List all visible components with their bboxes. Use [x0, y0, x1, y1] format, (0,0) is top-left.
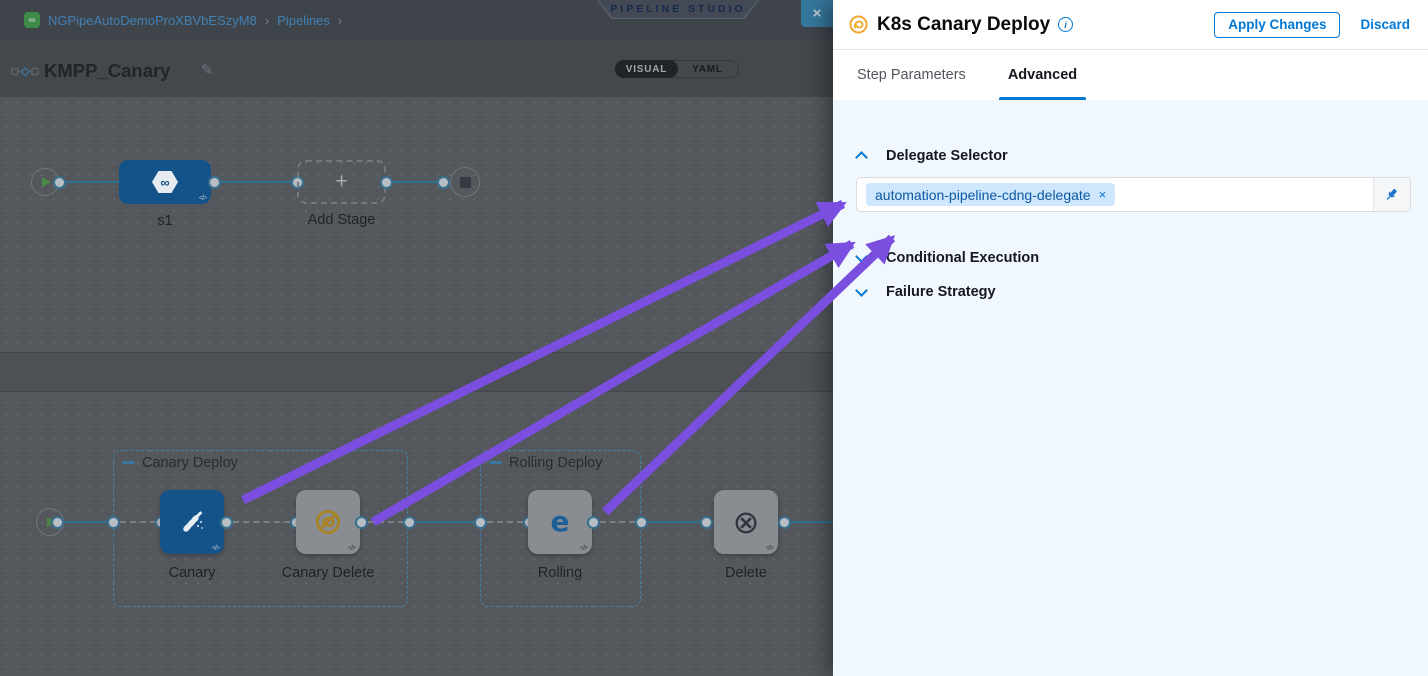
play-icon	[42, 177, 51, 187]
step-node-canary-delete[interactable]: </>	[296, 490, 360, 554]
pipeline-studio-badge: PIPELINE STUDIO	[597, 0, 759, 19]
connector-dot	[220, 516, 233, 529]
breadcrumb-separator: ›	[265, 13, 269, 28]
section-conditional-execution[interactable]: Conditional Execution	[886, 250, 1039, 266]
rolling-step-icon: e	[551, 508, 570, 536]
graph-dashed-edge	[487, 521, 523, 523]
group-title-canary-deploy: Canary Deploy	[142, 455, 238, 471]
canary-delete-step-icon	[315, 509, 341, 535]
stage-tab-bar	[0, 352, 833, 392]
graph-dashed-edge	[600, 521, 635, 523]
panel-title: K8s Canary Deploy	[877, 14, 1050, 36]
graph-dashed-edge	[233, 521, 290, 523]
delegate-selector-input[interactable]: automation-pipeline-cdng-delegate ×	[856, 177, 1411, 212]
breadcrumb-project[interactable]: NGPipeAutoDemoProXBVbESzyM8	[48, 13, 257, 28]
pipeline-end-node	[450, 167, 480, 197]
stage-type-icon: ∞	[152, 171, 178, 193]
connector-dot	[700, 516, 713, 529]
toggle-yaml[interactable]: YAML	[677, 61, 738, 77]
graph-dashed-edge	[120, 521, 156, 523]
connector-dot	[380, 176, 393, 189]
step-code-icon[interactable]: </>	[348, 545, 355, 552]
chevron-down-icon[interactable]	[855, 284, 868, 297]
section-failure-strategy[interactable]: Failure Strategy	[886, 284, 996, 300]
close-studio-button[interactable]: ×	[801, 0, 833, 27]
connector-dot	[403, 516, 416, 529]
breadcrumb-separator: ›	[338, 13, 342, 28]
section-delegate-selector[interactable]: Delegate Selector	[886, 148, 1008, 164]
stage-node-s1[interactable]: ∞ </>	[119, 160, 211, 204]
chevron-up-icon[interactable]	[855, 151, 868, 164]
step-node-delete[interactable]: ⊗ </>	[714, 490, 778, 554]
stage-code-icon[interactable]: </>	[199, 195, 206, 202]
k8s-canary-icon	[849, 15, 868, 34]
step-code-icon[interactable]: </>	[766, 545, 773, 552]
edit-pipeline-name-icon[interactable]: ✎	[201, 61, 214, 79]
collapse-group-icon[interactable]	[122, 461, 135, 464]
visual-yaml-toggle: VISUAL YAML	[615, 60, 739, 78]
step-node-rolling[interactable]: e </>	[528, 490, 592, 554]
graph-dashed-edge	[368, 521, 404, 523]
toggle-visual[interactable]: VISUAL	[615, 60, 678, 78]
graph-edge	[393, 181, 437, 183]
stage-label: s1	[119, 213, 211, 229]
connector-dot	[587, 516, 600, 529]
step-node-canary[interactable]: </>	[160, 490, 224, 554]
graph-edge	[416, 521, 474, 523]
connector-dot	[635, 516, 648, 529]
delegate-tag: automation-pipeline-cdng-delegate ×	[866, 183, 1115, 206]
pin-button[interactable]	[1373, 178, 1410, 211]
add-stage-button[interactable]: +	[297, 160, 386, 204]
tab-step-parameters[interactable]: Step Parameters	[857, 50, 966, 100]
step-label-canary-delete: Canary Delete	[268, 565, 388, 581]
breadcrumb-pipelines[interactable]: Pipelines	[277, 13, 330, 28]
info-icon[interactable]: i	[1058, 17, 1073, 32]
connector-dot	[778, 516, 791, 529]
pipeline-title: KMPP_Canary	[44, 60, 170, 82]
remove-tag-icon[interactable]: ×	[1099, 187, 1107, 202]
graph-edge	[791, 521, 833, 523]
delegate-tag-label: automation-pipeline-cdng-delegate	[875, 187, 1091, 203]
connector-dot	[53, 176, 66, 189]
connector-dot	[208, 176, 221, 189]
collapse-group-icon[interactable]	[489, 461, 502, 464]
connector-dot	[51, 516, 64, 529]
graph-edge	[64, 521, 113, 523]
pipeline-studio-badge-label: PIPELINE STUDIO	[598, 0, 758, 18]
pipeline-schematic-icon	[11, 64, 39, 79]
project-logo-icon: ∞	[24, 12, 40, 28]
graph-edge	[648, 521, 700, 523]
step-label-rolling: Rolling	[510, 565, 610, 581]
canary-step-icon	[175, 505, 209, 539]
step-code-icon[interactable]: </>	[212, 545, 219, 552]
breadcrumb: ∞ NGPipeAutoDemoProXBVbESzyM8 › Pipeline…	[24, 0, 342, 40]
stop-icon	[460, 177, 471, 188]
panel-content: Delegate Selector automation-pipeline-cd…	[833, 100, 1428, 676]
delete-step-icon: ⊗	[733, 506, 760, 538]
pin-icon	[1384, 187, 1400, 203]
step-config-panel: K8s Canary Deploy i Apply Changes Discar…	[833, 0, 1428, 676]
step-label-delete: Delete	[706, 565, 786, 581]
panel-tab-bar: Step Parameters Advanced	[833, 50, 1428, 100]
apply-changes-button[interactable]: Apply Changes	[1214, 12, 1340, 38]
group-title-rolling-deploy: Rolling Deploy	[509, 455, 603, 471]
connector-dot	[474, 516, 487, 529]
connector-dot	[437, 176, 450, 189]
pipeline-studio-screen: ∞ NGPipeAutoDemoProXBVbESzyM8 › Pipeline…	[0, 0, 1428, 676]
graph-edge	[66, 181, 119, 183]
graph-edge	[221, 181, 291, 183]
step-group-canary-deploy[interactable]	[113, 450, 408, 607]
tab-advanced-panel[interactable]: Advanced	[1008, 50, 1077, 100]
connector-dot	[355, 516, 368, 529]
connector-dot	[107, 516, 120, 529]
discard-button[interactable]: Discard	[1360, 17, 1410, 32]
step-code-icon[interactable]: </>	[580, 545, 587, 552]
add-stage-label: Add Stage	[297, 212, 386, 228]
panel-header: K8s Canary Deploy i Apply Changes Discar…	[833, 0, 1428, 50]
step-label-canary: Canary	[144, 565, 240, 581]
chevron-down-icon[interactable]	[855, 250, 868, 263]
